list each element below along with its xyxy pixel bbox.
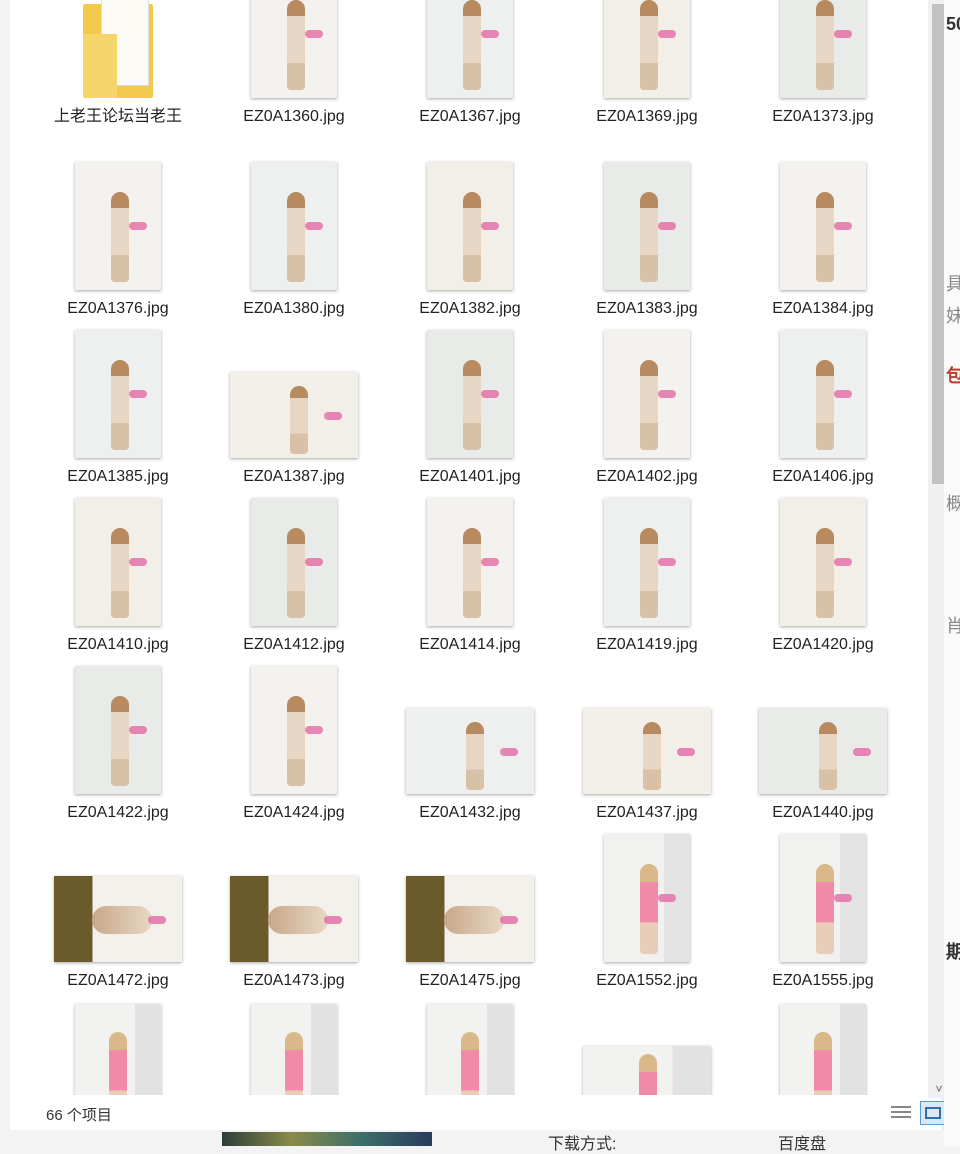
large-icons-icon (925, 1107, 941, 1119)
image-thumbnail (427, 0, 513, 98)
large-icons-view-button[interactable] (920, 1101, 946, 1125)
image-thumbnail (604, 330, 690, 458)
image-thumbnail (54, 876, 182, 962)
background-page-fragment: 概 (946, 494, 960, 514)
image-thumbnail (251, 162, 337, 290)
background-page-fragment: 包 (946, 366, 960, 386)
file-name-label: EZ0A1410.jpg (67, 636, 169, 653)
image-thumbnail (427, 162, 513, 290)
file-name-label: EZ0A1422.jpg (67, 804, 169, 821)
image-thumbnail (427, 1004, 513, 1095)
file-name-label: EZ0A1552.jpg (596, 972, 698, 989)
image-thumbnail (75, 330, 161, 458)
image-thumbnail (604, 498, 690, 626)
image-thumbnail (75, 1004, 161, 1095)
file-name-label: EZ0A1472.jpg (67, 972, 169, 989)
background-page-fragment: 50 (946, 14, 960, 34)
image-thumbnail (583, 708, 711, 794)
image-thumbnail (780, 162, 866, 290)
image-thumbnail (604, 0, 690, 98)
file-name-label: EZ0A1414.jpg (419, 636, 521, 653)
folder-label: 上老王论坛当老王 (53, 108, 182, 125)
file-name-label: EZ0A1473.jpg (243, 972, 345, 989)
file-name-label: EZ0A1376.jpg (67, 300, 169, 317)
file-name-label: EZ0A1369.jpg (596, 108, 698, 125)
image-thumbnail (406, 876, 534, 962)
file-name-label: EZ0A1387.jpg (243, 468, 345, 485)
background-page-fragment: 具 (946, 274, 960, 294)
file-name-label: EZ0A1440.jpg (772, 804, 874, 821)
image-thumbnail (251, 0, 337, 98)
file-name-label: EZ0A1475.jpg (419, 972, 521, 989)
image-thumbnail (230, 372, 358, 458)
download-method-text: 下载方式: (548, 1136, 617, 1153)
file-name-label: EZ0A1437.jpg (596, 804, 698, 821)
image-thumbnail (780, 330, 866, 458)
image-thumbnail (251, 498, 337, 626)
image-thumbnail (230, 876, 358, 962)
file-name-label: EZ0A1432.jpg (419, 804, 521, 821)
image-thumbnail (427, 330, 513, 458)
image-thumbnail (583, 1046, 711, 1095)
file-name-label: EZ0A1555.jpg (772, 972, 874, 989)
file-name-label: EZ0A1401.jpg (419, 468, 521, 485)
image-thumbnail (780, 498, 866, 626)
file-name-label: EZ0A1420.jpg (772, 636, 874, 653)
background-page-fragment: 期 (946, 942, 960, 962)
image-thumbnail (780, 834, 866, 962)
file-name-label: EZ0A1367.jpg (419, 108, 521, 125)
image-thumbnail (427, 498, 513, 626)
image-thumbnail (75, 162, 161, 290)
image-thumbnail (406, 708, 534, 794)
image-thumbnail (759, 708, 887, 794)
file-name-label: EZ0A1373.jpg (772, 108, 874, 125)
file-name-label: EZ0A1383.jpg (596, 300, 698, 317)
file-name-label: EZ0A1382.jpg (419, 300, 521, 317)
image-thumbnail (604, 834, 690, 962)
image-thumbnail (604, 162, 690, 290)
image-thumbnail (251, 1004, 337, 1095)
background-page-edge (944, 0, 960, 1146)
folder-icon (83, 0, 153, 98)
baidu-pan-text: 百度盘 (778, 1136, 827, 1153)
explorer-window: 上老王论坛当老王 EZ0A1360.jpg EZ0A1367.jpg EZ0A136… (10, 0, 950, 1130)
file-name-label: EZ0A1402.jpg (596, 468, 698, 485)
file-name-label: EZ0A1419.jpg (596, 636, 698, 653)
file-name-label: EZ0A1385.jpg (67, 468, 169, 485)
file-name-label: EZ0A1360.jpg (243, 108, 345, 125)
image-thumbnail (75, 666, 161, 794)
image-thumbnail (780, 1004, 866, 1095)
image-thumbnail (251, 666, 337, 794)
file-name-label: EZ0A1412.jpg (243, 636, 345, 653)
background-page-fragment: 肖 (946, 616, 960, 636)
background-page-fragment: 妹 (946, 306, 960, 326)
file-name-label: EZ0A1384.jpg (772, 300, 874, 317)
file-name-label: EZ0A1380.jpg (243, 300, 345, 317)
image-thumbnail (780, 0, 866, 98)
file-name-label: EZ0A1406.jpg (772, 468, 874, 485)
file-name-label: EZ0A1424.jpg (243, 804, 345, 821)
background-image-strip (222, 1132, 432, 1146)
image-thumbnail (75, 498, 161, 626)
file-grid: 上老王论坛当老王 EZ0A1360.jpg EZ0A1367.jpg EZ0A136… (30, 0, 910, 1095)
status-item-count: 66 个项目 (46, 1107, 112, 1124)
details-view-button[interactable] (888, 1101, 914, 1125)
